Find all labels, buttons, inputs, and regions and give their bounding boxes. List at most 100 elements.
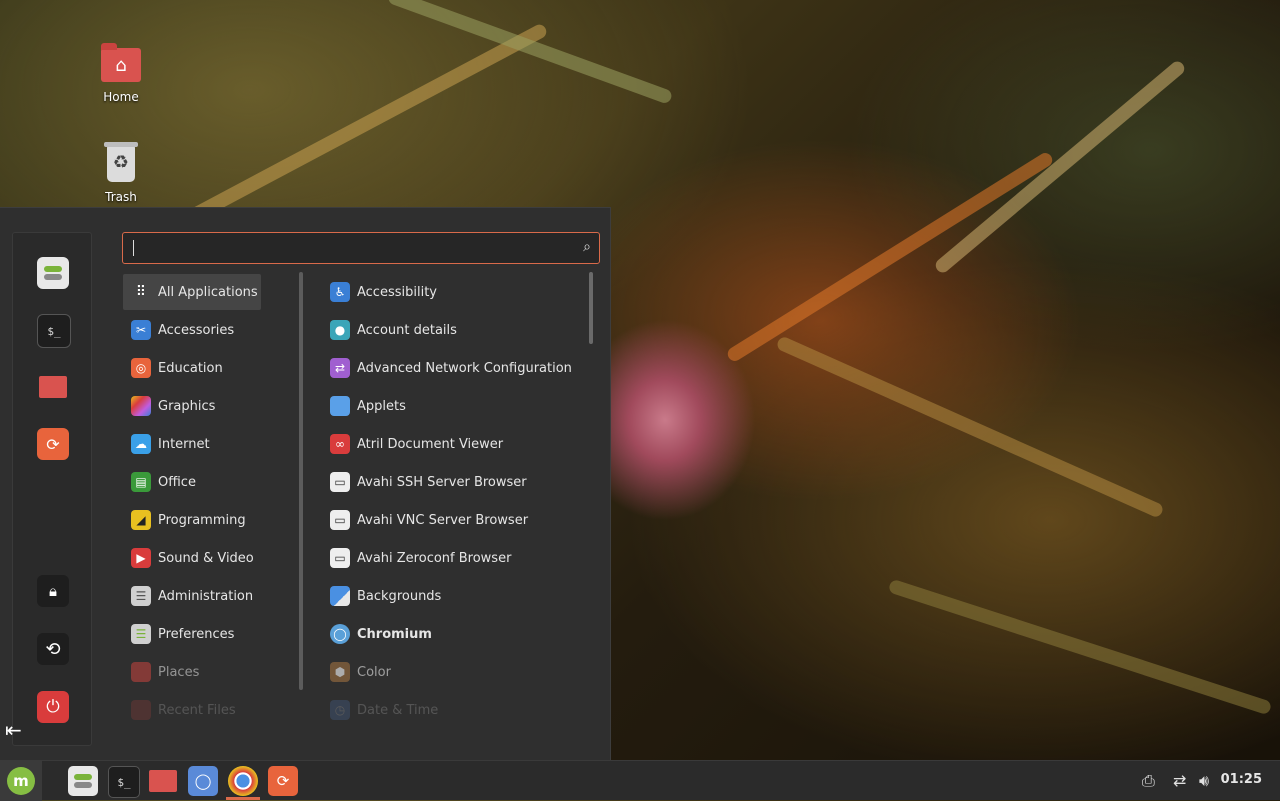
quit-button[interactable]: ⏻ <box>37 691 69 723</box>
category-label: Office <box>158 474 196 490</box>
lock-screen-button[interactable]: 🔒︎ <box>37 575 69 607</box>
terminal-favorite[interactable]: $_ <box>37 314 71 348</box>
category-administration[interactable]: ☰ Administration <box>123 578 261 614</box>
app-accessibility[interactable]: ♿︎ Accessibility <box>323 274 583 310</box>
app-label: Atril Document Viewer <box>357 436 504 452</box>
settings-launcher[interactable] <box>68 766 98 796</box>
category-label: Sound & Video <box>158 550 254 566</box>
app-date-time[interactable]: ◷ Date & Time <box>323 692 583 724</box>
printer-icon[interactable]: ⎙ <box>1142 771 1155 791</box>
app-label: Backgrounds <box>357 588 442 604</box>
app-advanced-network-configuration[interactable]: ⇄ Advanced Network Configuration <box>323 350 583 386</box>
terminal-icon: $_ <box>117 775 131 789</box>
graphics-icon <box>131 396 151 416</box>
app-label: Chromium <box>357 626 432 642</box>
category-label: All Applications <box>158 284 258 300</box>
firefox-launcher[interactable]: ⟳ <box>268 766 298 796</box>
category-programming[interactable]: ◢ Programming <box>123 502 261 538</box>
desktop-icon-trash[interactable]: ♻ Trash <box>81 142 161 204</box>
category-preferences[interactable]: ☰ Preferences <box>123 616 261 652</box>
account-icon: ● <box>330 320 350 340</box>
app-avahi-ssh-server-browser[interactable]: ▭ Avahi SSH Server Browser <box>323 464 583 500</box>
network-icon: ⇄ <box>330 358 350 378</box>
firefox-icon: ⟳ <box>276 772 290 790</box>
volume-icon[interactable]: 🔊︎ <box>1199 771 1209 791</box>
network-icon[interactable]: ⇄ <box>1173 771 1186 790</box>
category-label: Preferences <box>158 626 235 642</box>
atril-icon: ∞ <box>330 434 350 454</box>
settings-favorite[interactable] <box>37 257 69 289</box>
app-account-details[interactable]: ● Account details <box>323 312 583 348</box>
app-backgrounds[interactable]: Backgrounds <box>323 578 583 614</box>
education-icon: ◎ <box>131 358 151 378</box>
app-label: Advanced Network Configuration <box>357 360 572 376</box>
category-all-applications[interactable]: ⠿ All Applications <box>123 274 261 310</box>
backgrounds-icon <box>330 586 350 606</box>
monitor-icon: ▭ <box>330 472 350 492</box>
folder-icon <box>39 376 67 398</box>
category-recent-files[interactable]: Recent Files <box>123 692 261 724</box>
app-label: Applets <box>357 398 406 414</box>
category-accessories[interactable]: ✂ Accessories <box>123 312 261 348</box>
category-education[interactable]: ◎ Education <box>123 350 261 386</box>
category-label: Graphics <box>158 398 216 414</box>
app-atril-document-viewer[interactable]: ∞ Atril Document Viewer <box>323 426 583 462</box>
clock[interactable]: 01:25 <box>1221 772 1262 787</box>
cloud-icon: ☁ <box>131 434 151 454</box>
color-icon: ⬢ <box>330 662 350 682</box>
trash-icon: ♻ <box>99 142 143 186</box>
files-favorite[interactable] <box>37 371 69 403</box>
menu-button[interactable]: m <box>0 761 42 801</box>
category-office[interactable]: ▤ Office <box>123 464 261 500</box>
firefox-favorite[interactable]: ⟳ <box>37 428 69 460</box>
category-graphics[interactable]: Graphics <box>123 388 261 424</box>
search-input[interactable]: ⌕ <box>122 232 600 264</box>
accessibility-icon: ♿︎ <box>330 282 350 302</box>
desktop-icon-label: Home <box>103 90 139 104</box>
app-label: Avahi SSH Server Browser <box>357 474 527 490</box>
applets-icon <box>330 396 350 416</box>
terminal-launcher[interactable]: $_ <box>108 766 140 798</box>
app-color[interactable]: ⬢ Color <box>323 654 583 690</box>
application-list: ♿︎ Accessibility ● Account details ⇄ Adv… <box>323 274 588 724</box>
web-browser-launcher[interactable]: ◯ <box>188 766 218 796</box>
terminal-icon: $_ <box>47 324 61 338</box>
desktop-icon-home[interactable]: ⌂ Home <box>81 42 161 104</box>
application-menu: $_ ⟳ 🔒︎ ⟲ ⏻ ⌕ ⠿ All Applications ✂ Acces… <box>0 207 611 760</box>
grid-icon: ⠿ <box>135 284 147 300</box>
files-launcher[interactable] <box>148 766 178 796</box>
chromium-launcher[interactable] <box>228 766 258 796</box>
toggle-settings-icon <box>74 774 92 788</box>
preferences-toggle-icon: ☰ <box>131 624 151 644</box>
category-label: Education <box>158 360 223 376</box>
category-label: Internet <box>158 436 210 452</box>
monitor-icon: ▭ <box>330 548 350 568</box>
power-icon: ⏻ <box>46 697 60 717</box>
application-scrollbar[interactable] <box>589 272 593 344</box>
app-label: Avahi Zeroconf Browser <box>357 550 512 566</box>
category-internet[interactable]: ☁ Internet <box>123 426 261 462</box>
app-applets[interactable]: Applets <box>323 388 583 424</box>
app-avahi-vnc-server-browser[interactable]: ▭ Avahi VNC Server Browser <box>323 502 583 538</box>
logout-button[interactable]: ⟲ <box>37 633 69 665</box>
mouse-cursor-icon: ⇤ <box>5 718 22 742</box>
category-sound-video[interactable]: ▶ Sound & Video <box>123 540 261 576</box>
search-icon: ⌕ <box>583 239 591 255</box>
folder-icon <box>149 770 177 792</box>
category-label: Accessories <box>158 322 235 338</box>
category-scrollbar[interactable] <box>299 272 303 690</box>
app-avahi-zeroconf-browser[interactable]: ▭ Avahi Zeroconf Browser <box>323 540 583 576</box>
category-places[interactable]: Places <box>123 654 261 690</box>
app-label: Account details <box>357 322 457 338</box>
lock-icon: 🔒︎ <box>49 582 57 600</box>
category-label: Places <box>158 664 200 680</box>
browser-icon: ◯ <box>194 772 212 790</box>
category-label: Administration <box>158 588 254 604</box>
text-caret <box>133 240 134 256</box>
home-folder-icon: ⌂ <box>99 42 143 86</box>
bottom-panel: m $_ ◯ ⟳ ⎙ ⇄ 🔊︎ 01:25 <box>0 760 1280 801</box>
clock-icon: ◷ <box>330 700 350 720</box>
app-chromium[interactable]: ◯ Chromium <box>323 616 583 652</box>
app-label: Accessibility <box>357 284 437 300</box>
folder-icon <box>131 700 151 720</box>
